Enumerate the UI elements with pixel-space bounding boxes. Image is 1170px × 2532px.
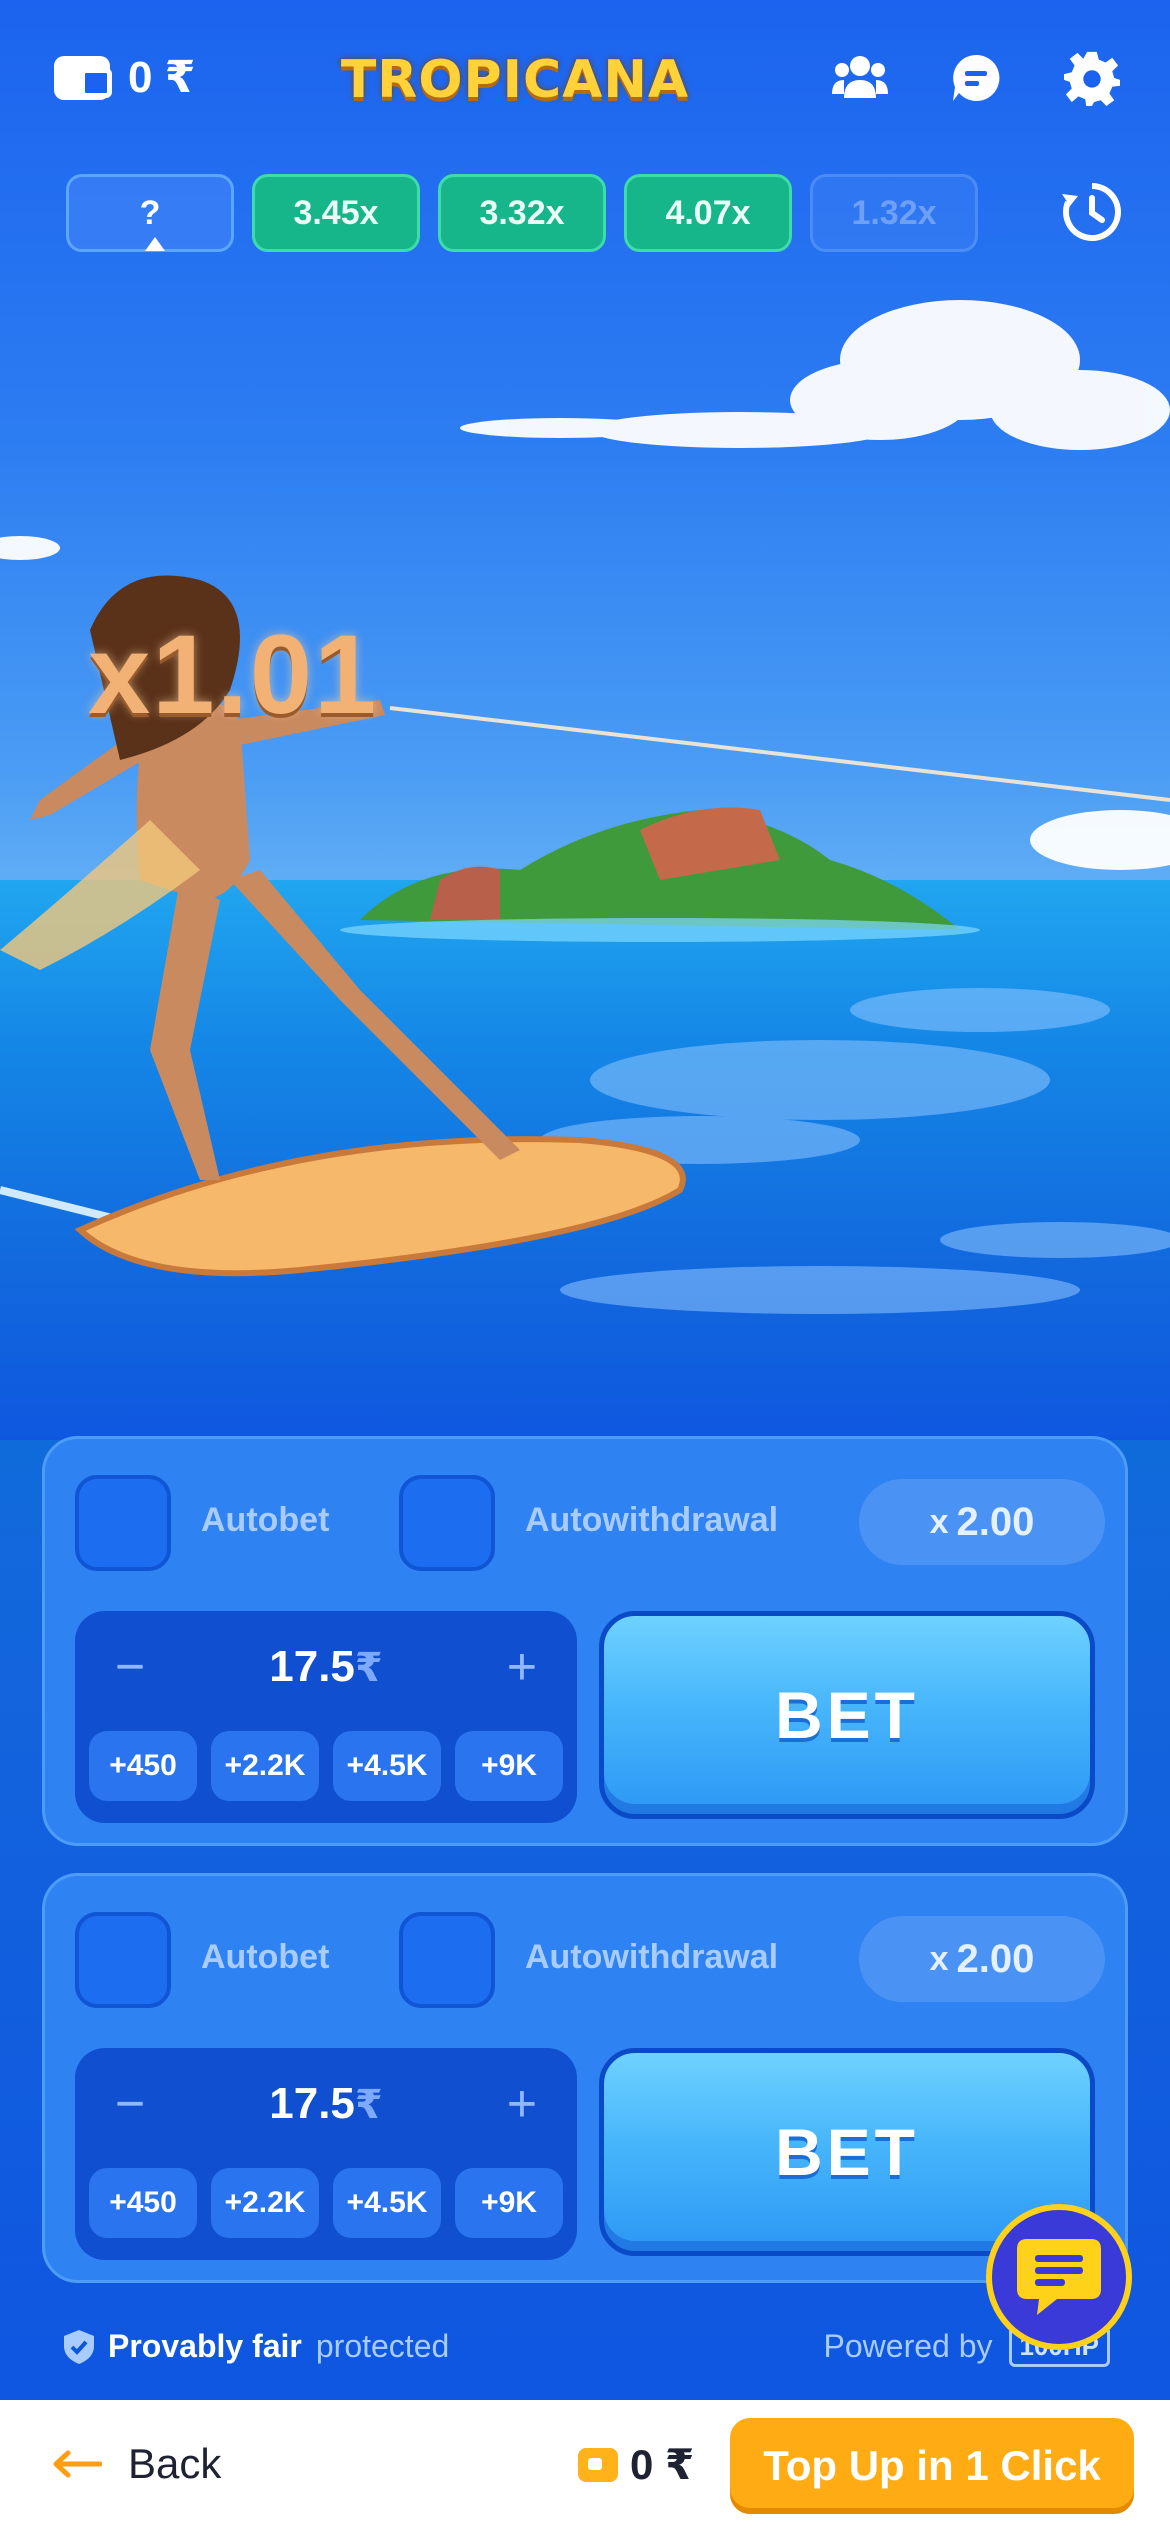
coef-prefix: x	[929, 1502, 949, 1541]
quick-amount-button[interactable]: +2.2K	[211, 2168, 319, 2238]
current-round-chip: ?	[66, 174, 234, 252]
increase-button[interactable]: +	[497, 1641, 547, 1693]
quick-amounts: +450 +2.2K +4.5K +9K	[89, 2168, 563, 2238]
quick-amount-button[interactable]: +9K	[455, 1731, 563, 1801]
header: 0 ₹ TROPICANA	[0, 0, 1170, 160]
chat-bubble-icon	[1017, 2239, 1101, 2315]
current-multiplier: x1.01	[88, 612, 379, 737]
bet-amount-value: 17.5	[269, 2079, 355, 2128]
top-up-button[interactable]: Top Up in 1 Click	[730, 2418, 1134, 2514]
autobet-checkbox[interactable]	[75, 1475, 171, 1571]
bet-panel-1: Autobet Autowithdrawal x 2.00 − 17.5₹ + …	[42, 1436, 1128, 1846]
quick-amount-button[interactable]: +450	[89, 1731, 197, 1801]
currency-symbol: ₹	[354, 2083, 383, 2127]
wallet-icon	[54, 55, 112, 100]
bet-amount-value: 17.5	[269, 1642, 355, 1691]
provably-fair-link[interactable]: Provably fair protected	[64, 2328, 449, 2365]
bet-amount-input[interactable]: 17.5₹	[269, 1642, 382, 1692]
wallet-balance-text: 0 ₹	[128, 53, 196, 102]
account-balance: 0 ₹	[578, 2440, 694, 2489]
support-chat-button[interactable]	[986, 2204, 1132, 2350]
protected-label: protected	[315, 2328, 450, 2364]
currency-symbol: ₹	[354, 1646, 383, 1690]
bet-options: Autobet Autowithdrawal x 2.00	[75, 1912, 1105, 2008]
wallet-icon	[578, 2447, 618, 2482]
history-chip: 3.32x	[438, 174, 606, 252]
chat-icon[interactable]	[948, 50, 1004, 106]
wallet-balance[interactable]: 0 ₹	[54, 52, 195, 103]
quick-amount-button[interactable]: +450	[89, 2168, 197, 2238]
bet-panel-2: Autobet Autowithdrawal x 2.00 − 17.5₹ + …	[42, 1873, 1128, 2283]
bet-button[interactable]: BET	[599, 1611, 1095, 1819]
history-chip: 1.32x	[810, 174, 978, 252]
history-chip: 4.07x	[624, 174, 792, 252]
quick-amount-button[interactable]: +2.2K	[211, 1731, 319, 1801]
coef-prefix: x	[929, 1939, 949, 1978]
quick-amount-button[interactable]: +4.5K	[333, 1731, 441, 1801]
bet-amount-input[interactable]: 17.5₹	[269, 2079, 382, 2129]
autobet-checkbox[interactable]	[75, 1912, 171, 2008]
account-balance-text: 0 ₹	[630, 2441, 695, 2488]
game-logo: TROPICANA	[340, 50, 690, 110]
quick-amount-button[interactable]: +4.5K	[333, 2168, 441, 2238]
amount-stepper: − 17.5₹ +	[75, 2074, 577, 2134]
bottom-bar: Back 0 ₹ Top Up in 1 Click	[0, 2400, 1170, 2532]
autobet-label: Autobet	[201, 1938, 330, 1976]
decrease-button[interactable]: −	[105, 2078, 155, 2130]
header-actions	[832, 50, 1120, 106]
coef-value: 2.00	[956, 1499, 1035, 1544]
back-button[interactable]: Back	[52, 2440, 221, 2488]
increase-button[interactable]: +	[497, 2078, 547, 2130]
autowithdrawal-label: Autowithdrawal	[525, 1501, 779, 1539]
autowithdrawal-label: Autowithdrawal	[525, 1938, 779, 1976]
bet-options: Autobet Autowithdrawal x 2.00	[75, 1475, 1105, 1571]
shield-check-icon	[64, 2329, 94, 2364]
round-history: ? 3.45x 3.32x 4.07x 1.32x	[66, 174, 978, 252]
history-clock-icon[interactable]	[1060, 180, 1124, 244]
autowithdrawal-checkbox[interactable]	[399, 1475, 495, 1571]
back-label: Back	[128, 2440, 222, 2487]
amount-stepper: − 17.5₹ +	[75, 1637, 577, 1697]
autobet-label: Autobet	[201, 1501, 330, 1539]
players-icon[interactable]	[832, 50, 888, 106]
autowithdrawal-coefficient-input[interactable]: x 2.00	[859, 1479, 1105, 1565]
bet-amount-box: − 17.5₹ + +450 +2.2K +4.5K +9K	[75, 2048, 577, 2260]
coef-value: 2.00	[956, 1936, 1035, 1981]
history-chip: 3.45x	[252, 174, 420, 252]
decrease-button[interactable]: −	[105, 1641, 155, 1693]
bet-amount-box: − 17.5₹ + +450 +2.2K +4.5K +9K	[75, 1611, 577, 1823]
provably-fair-label: Provably fair	[108, 2328, 302, 2364]
quick-amount-button[interactable]: +9K	[455, 2168, 563, 2238]
quick-amounts: +450 +2.2K +4.5K +9K	[89, 1731, 563, 1801]
autowithdrawal-coefficient-input[interactable]: x 2.00	[859, 1916, 1105, 2002]
autowithdrawal-checkbox[interactable]	[399, 1912, 495, 2008]
powered-by-label: Powered by	[823, 2328, 993, 2364]
arrow-left-icon	[53, 2450, 102, 2478]
settings-gear-icon[interactable]	[1064, 50, 1120, 106]
